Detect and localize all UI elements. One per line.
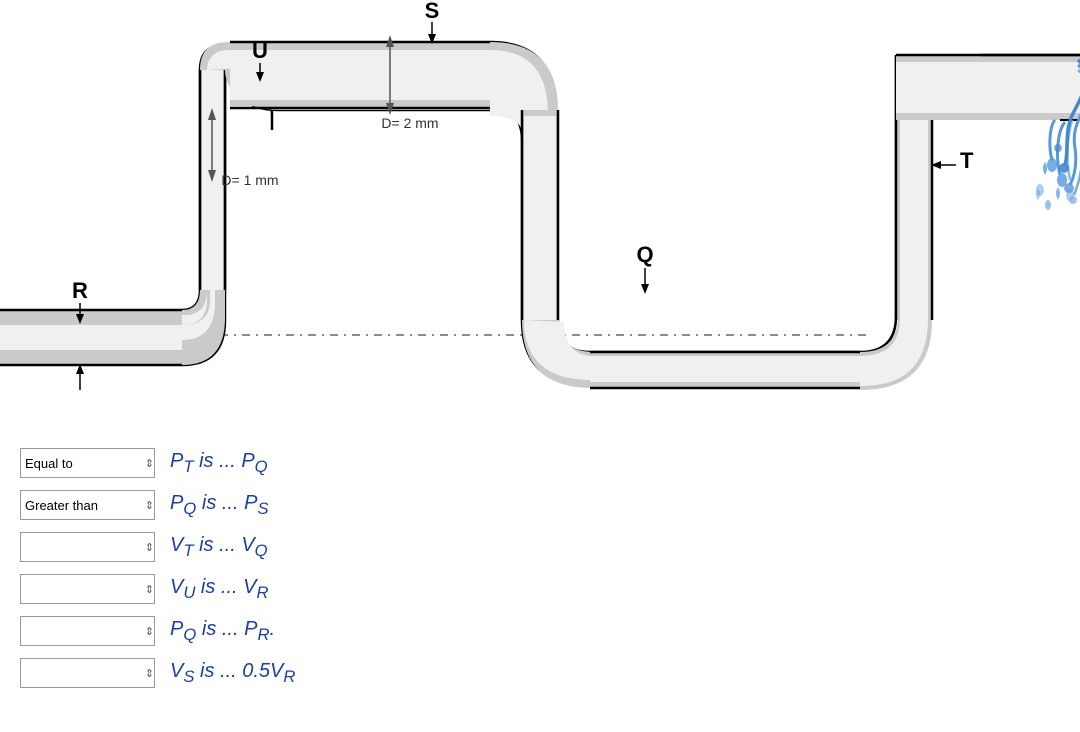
label-S: S xyxy=(425,0,440,23)
diagram-area: R U S Q T D= 1 mm D= 2 mm xyxy=(0,0,1080,430)
label-R: R xyxy=(72,278,88,303)
select-q1[interactable]: Equal to Greater than Less than xyxy=(20,448,155,478)
pipe-diagram: R U S Q T D= 1 mm D= 2 mm xyxy=(0,0,1080,430)
select-q6[interactable]: Equal to Greater than Less than xyxy=(20,658,155,688)
question-text-4: VU is ... VR xyxy=(170,576,269,603)
question-text-3: VT is ... VQ xyxy=(170,534,268,561)
label-Q: Q xyxy=(636,242,653,267)
label-U: U xyxy=(252,38,268,63)
question-row-1: Equal to Greater than Less than PT is ..… xyxy=(20,444,1060,482)
question-text-5: PQ is ... PR. xyxy=(170,618,275,645)
question-row-2: Equal to Greater than Less than PQ is ..… xyxy=(20,486,1060,524)
question-row-4: Equal to Greater than Less than VU is ..… xyxy=(20,570,1060,608)
question-row-3: Equal to Greater than Less than VT is ..… xyxy=(20,528,1060,566)
select-wrapper-5[interactable]: Equal to Greater than Less than xyxy=(20,616,160,646)
questions-area: Equal to Greater than Less than PT is ..… xyxy=(0,430,1080,706)
label-D1: D= 1 mm xyxy=(221,172,278,188)
question-text-1: PT is ... PQ xyxy=(170,450,268,477)
select-wrapper-2[interactable]: Equal to Greater than Less than xyxy=(20,490,160,520)
select-q4[interactable]: Equal to Greater than Less than xyxy=(20,574,155,604)
select-q2[interactable]: Equal to Greater than Less than xyxy=(20,490,155,520)
question-text-2: PQ is ... PS xyxy=(170,492,269,519)
select-wrapper-1[interactable]: Equal to Greater than Less than xyxy=(20,448,160,478)
question-text-6: VS is ... 0.5VR xyxy=(170,660,295,687)
label-T: T xyxy=(960,148,974,173)
question-row-6: Equal to Greater than Less than VS is ..… xyxy=(20,654,1060,692)
select-q5[interactable]: Equal to Greater than Less than xyxy=(20,616,155,646)
question-row-5: Equal to Greater than Less than PQ is ..… xyxy=(20,612,1060,650)
label-D2: D= 2 mm xyxy=(381,115,438,131)
select-wrapper-3[interactable]: Equal to Greater than Less than xyxy=(20,532,160,562)
select-q3[interactable]: Equal to Greater than Less than xyxy=(20,532,155,562)
select-wrapper-6[interactable]: Equal to Greater than Less than xyxy=(20,658,160,688)
select-wrapper-4[interactable]: Equal to Greater than Less than xyxy=(20,574,160,604)
